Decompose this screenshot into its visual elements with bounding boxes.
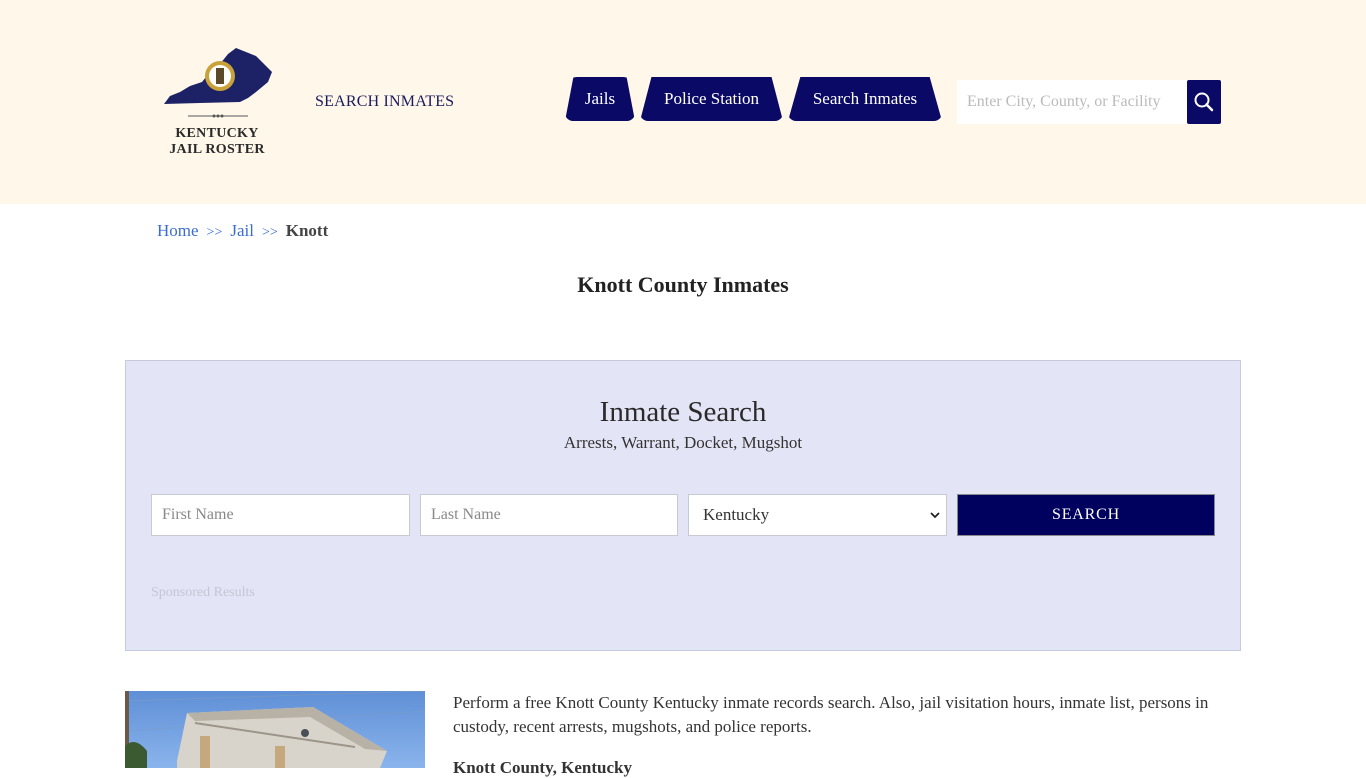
first-name-input[interactable]	[151, 494, 410, 536]
state-select-value: Kentucky	[703, 505, 770, 524]
nav-tab-police-station[interactable]: Police Station	[640, 77, 783, 121]
breadcrumb: Home >> Jail >> Knott	[157, 221, 328, 241]
inmate-search-title: Inmate Search	[599, 396, 767, 428]
chevron-down-icon	[930, 512, 940, 519]
location-search	[957, 80, 1221, 124]
jail-building-photo	[125, 691, 425, 768]
location-search-button[interactable]	[1187, 80, 1221, 124]
breadcrumb-home[interactable]: Home	[157, 221, 199, 240]
inmate-search-panel: Inmate Search Arrests, Warrant, Docket, …	[125, 360, 1241, 651]
intro-paragraph: Perform a free Knott County Kentucky inm…	[453, 693, 1209, 736]
kentucky-map-icon	[164, 48, 272, 118]
breadcrumb-separator: >>	[261, 225, 278, 240]
last-name-input[interactable]	[420, 494, 678, 536]
site-logo[interactable]: KENTUCKY JAIL ROSTER	[160, 46, 276, 162]
site-header: KENTUCKY JAIL ROSTER SEARCH INMATES Jail…	[0, 0, 1366, 204]
nav-tab-search-inmates[interactable]: Search Inmates	[788, 77, 942, 121]
search-button[interactable]: SEARCH	[957, 494, 1215, 536]
breadcrumb-separator: >>	[206, 225, 223, 240]
breadcrumb-jail[interactable]: Jail	[230, 221, 254, 240]
page-title: Knott County Inmates	[577, 272, 789, 297]
county-subheading: Knott County, Kentucky	[453, 758, 632, 777]
location-search-input[interactable]	[957, 80, 1187, 124]
state-select[interactable]: Kentucky	[688, 494, 947, 536]
logo-line-2: JAIL ROSTER	[169, 142, 265, 157]
inmate-search-subtitle: Arrests, Warrant, Docket, Mugshot	[563, 433, 803, 452]
building-image	[125, 691, 425, 768]
search-icon	[1194, 92, 1214, 112]
nav-tab-jails[interactable]: Jails	[565, 77, 635, 121]
search-inmates-link[interactable]: SEARCH INMATES	[315, 93, 454, 111]
breadcrumb-current: Knott	[285, 221, 329, 240]
sponsored-results-label: Sponsored Results	[151, 585, 255, 600]
logo-line-1: KENTUCKY	[175, 126, 259, 141]
logo-text: KENTUCKY JAIL ROSTER	[160, 126, 274, 158]
